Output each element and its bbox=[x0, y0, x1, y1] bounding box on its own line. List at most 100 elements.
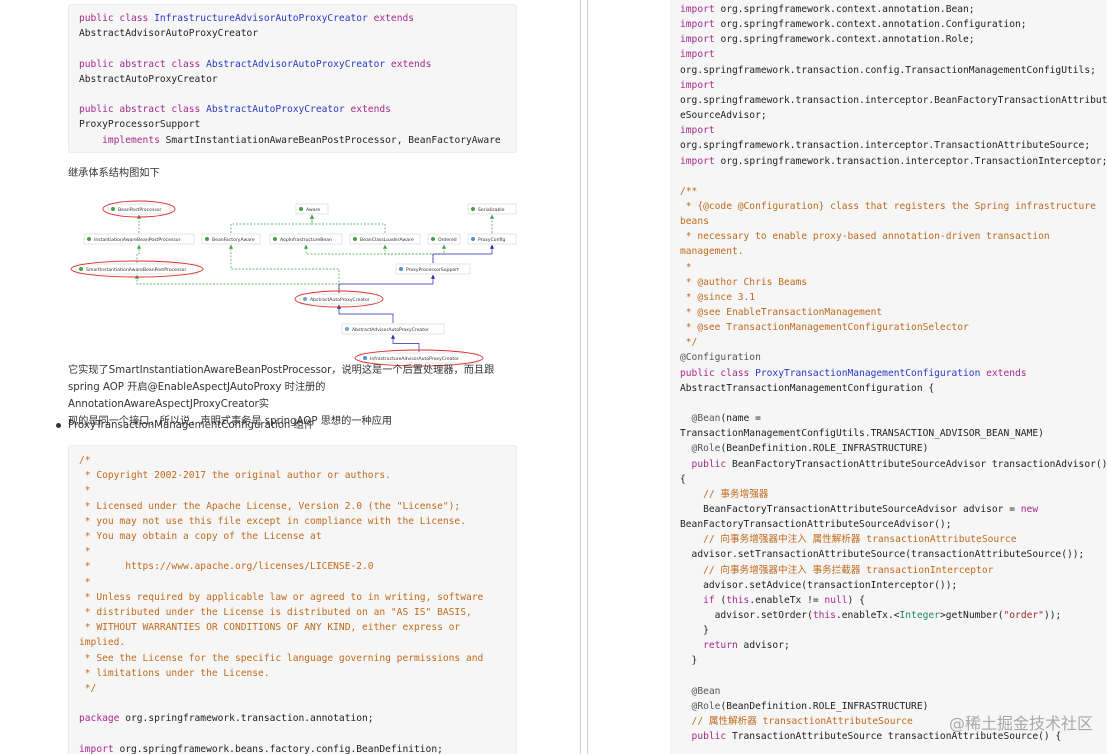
code3-line: * necessary to enable proxy-based annota… bbox=[680, 229, 1050, 244]
code-token: */ bbox=[79, 683, 97, 694]
interface-icon bbox=[111, 207, 115, 211]
code-token: this bbox=[726, 594, 750, 606]
code-token: * @see TransactionManagementConfiguratio… bbox=[680, 322, 969, 334]
code3-line: { bbox=[680, 472, 686, 487]
code2-line: * bbox=[79, 575, 91, 590]
diagram-node-label: ProxyConfig bbox=[478, 237, 505, 243]
code3-line: @Role(BeanDefinition.ROLE_INFRASTRUCTURE… bbox=[680, 441, 929, 456]
code-token: advisor.setAdvice(transactionInterceptor… bbox=[680, 579, 958, 591]
diagram-node-abstract-advisor-auto-proxy-creator: AbstractAdvisorAutoProxyCreator bbox=[341, 323, 445, 335]
code-token: * @since 3.1 bbox=[680, 291, 756, 303]
diagram-edge bbox=[228, 244, 340, 293]
code-token: @Bean bbox=[680, 685, 721, 697]
code3-line: @Bean(name = bbox=[680, 411, 767, 426]
code-token: public class bbox=[680, 367, 756, 379]
code-token: @Role bbox=[680, 443, 721, 455]
code-token: "order" bbox=[1003, 610, 1044, 621]
code3-line: @Role(BeanDefinition.ROLE_INFRASTRUCTURE… bbox=[680, 699, 929, 714]
code-token: * See the License for the specific langu… bbox=[79, 652, 484, 664]
interface-icon bbox=[79, 267, 83, 271]
code3-line: * @see EnableTransactionManagement bbox=[680, 305, 882, 320]
code3-line: BeanFactoryTransactionAttributeSourceAdv… bbox=[680, 502, 1038, 517]
code-token: (BeanDefinition.ROLE_INFRASTRUCTURE) bbox=[720, 700, 929, 712]
diagram-node-label: Aware bbox=[306, 207, 320, 213]
diagram-node-smart-instantiation-aware: SmartInstantiationAwareBeanPostProcessor bbox=[70, 260, 204, 278]
code-token: advisor.setOrder( bbox=[680, 610, 813, 621]
diagram-node-bean-post-processor: BeanPostProcessor bbox=[102, 200, 176, 218]
code2-line: /* bbox=[79, 453, 91, 468]
code3-line: * bbox=[680, 260, 692, 275]
code-token: @Bean bbox=[680, 413, 721, 425]
code-token: ProxyProcessorSupport bbox=[79, 119, 201, 131]
code3-line: public BeanFactoryTransactionAttributeSo… bbox=[680, 457, 1107, 472]
code3-line: org.springframework.transaction.config.T… bbox=[680, 63, 1096, 78]
diagram-node-label: InstantiationAwareBeanPostProcessor bbox=[94, 237, 181, 243]
code3-line: org.springframework.transaction.intercep… bbox=[680, 93, 1107, 108]
code2-line: */ bbox=[79, 681, 97, 696]
diagram-node-label: BeanPostProcessor bbox=[118, 207, 162, 213]
code3-line: BeanFactoryTransactionAttributeSourceAdv… bbox=[680, 517, 951, 532]
code-token: * Licensed under the Apache License, Ver… bbox=[79, 500, 461, 512]
abstract-icon bbox=[345, 327, 349, 331]
code3-line: // 向事务增强器中注入 属性解析器 transactionAttributeS… bbox=[680, 532, 1016, 547]
code2-line: * bbox=[79, 544, 91, 559]
code3-line: import bbox=[680, 78, 715, 93]
code3-line: /** bbox=[680, 184, 697, 199]
code1-line: ProxyProcessorSupport bbox=[79, 117, 200, 132]
code-token: InfrastructureAdvisorAutoProxyCreator bbox=[154, 13, 368, 24]
code3-line: import org.springframework.context.annot… bbox=[680, 17, 1027, 32]
code-token: { bbox=[680, 473, 686, 485]
code3-line: // 属性解析器 transactionAttributeSource bbox=[680, 714, 913, 729]
watermark: @稀土掘金技术社区 bbox=[949, 710, 1093, 734]
code-token: BeanFactoryTransactionAttributeSourceAdv… bbox=[680, 503, 1021, 515]
code-token: ProxyTransactionManagementConfiguration bbox=[755, 367, 981, 379]
code3-line: management. bbox=[680, 244, 744, 259]
code3-line: org.springframework.transaction.intercep… bbox=[680, 138, 1090, 153]
diagram-edge bbox=[134, 274, 340, 293]
code-token: * you may not use this file except in co… bbox=[79, 515, 466, 527]
code-token: Integer bbox=[899, 610, 940, 621]
code-token: * https://www.apache.org/licenses/LICENS… bbox=[79, 561, 374, 573]
code2-line: * you may not use this file except in co… bbox=[79, 514, 466, 529]
diagram-edge bbox=[230, 214, 315, 233]
code-token: .enableTx.< bbox=[835, 610, 900, 621]
code-token: import bbox=[79, 743, 120, 754]
code-token: extends bbox=[367, 13, 415, 24]
code-token: this bbox=[812, 610, 836, 621]
code1-line: public class InfrastructureAdvisorAutoPr… bbox=[79, 11, 414, 26]
code-token: org.springframework.transaction.annotati… bbox=[125, 713, 374, 725]
code-token: management. bbox=[680, 246, 744, 258]
class-icon bbox=[399, 267, 403, 271]
code-token: new bbox=[1020, 503, 1039, 515]
code2-line: * distributed under the License is distr… bbox=[79, 605, 472, 620]
left-page: public class InfrastructureAdvisorAutoPr… bbox=[0, 0, 580, 754]
code-token: return bbox=[680, 640, 744, 652]
diagram-node-label: AbstractAutoProxyCreator bbox=[310, 297, 370, 303]
code2-line: * See the License for the specific langu… bbox=[79, 651, 484, 666]
code1-line: AbstractAutoProxyCreator bbox=[79, 72, 218, 87]
code3-line: import bbox=[680, 47, 715, 62]
code3-line: import org.springframework.transaction.i… bbox=[680, 154, 1107, 169]
code-token: (name = bbox=[720, 413, 767, 425]
diagram-node-label: ProxyProcessorSupport bbox=[406, 267, 459, 273]
code-token: } bbox=[680, 655, 698, 667]
class-icon bbox=[471, 237, 475, 241]
code-token: * bbox=[79, 576, 91, 588]
code-token: extends bbox=[344, 104, 391, 116]
diagram-node-label: Serializable bbox=[478, 207, 505, 213]
code1-line: implements SmartInstantiationAwareBeanPo… bbox=[79, 133, 501, 148]
code-token: org.springframework.context.annotation.C… bbox=[720, 19, 1027, 31]
code3-line: advisor.setTransactionAttributeSource(tr… bbox=[680, 547, 1085, 562]
code-token: implied. bbox=[79, 637, 126, 649]
code-token: // 事务增强器 bbox=[680, 488, 769, 500]
bullet-item-label: ProxyTransactionManagementConfiguration … bbox=[68, 420, 314, 431]
code-token: /* bbox=[79, 455, 91, 466]
diagram-edge bbox=[432, 244, 495, 263]
code-token: BeanFactoryTransactionAttributeSourceAdv… bbox=[680, 519, 952, 531]
code3-line: @Configuration bbox=[680, 350, 761, 365]
code-token: org.springframework.transaction.intercep… bbox=[680, 94, 1107, 106]
code-token: advisor.setTransactionAttributeSource(tr… bbox=[680, 549, 1085, 561]
code3-line: * {@code @Configuration} class that regi… bbox=[680, 199, 1096, 214]
interface-icon bbox=[353, 237, 357, 241]
